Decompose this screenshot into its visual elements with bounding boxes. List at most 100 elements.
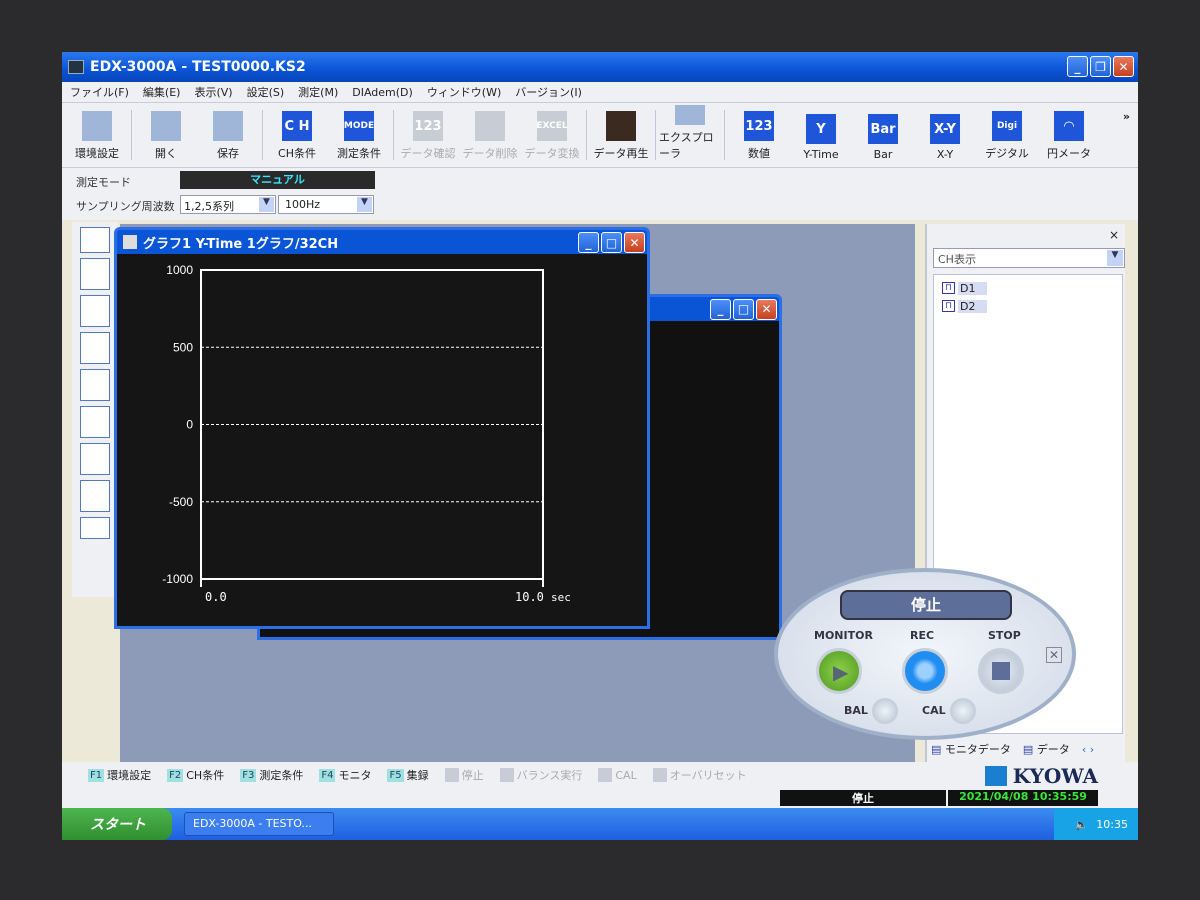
channel-item[interactable]: ⊓ D1: [942, 279, 1114, 297]
y-tick-label: -500: [169, 495, 193, 509]
fkey-f4[interactable]: F4 モニタ: [319, 767, 371, 783]
y-time-chart[interactable]: 1000 500 0 -500 -1000 0.0 10.0 sec: [117, 254, 647, 626]
toolbar-button-8[interactable]: データ再生: [590, 105, 652, 165]
stop-button[interactable]: [978, 648, 1024, 694]
channel-item[interactable]: ⊓ D2: [942, 297, 1114, 315]
layout-button-4[interactable]: [80, 332, 110, 364]
chevron-down-icon: ▼: [259, 197, 274, 212]
close-button[interactable]: ✕: [624, 232, 645, 253]
toolbar-button-15[interactable]: ◠ 円メータ: [1038, 105, 1100, 165]
toolbar-button-9[interactable]: エクスプローラ: [659, 105, 721, 165]
graph-window-1[interactable]: グラフ1 Y-Time 1グラフ/32CH _ □ ✕ 1000 500 0 -500…: [114, 227, 650, 629]
toolbar-button-5[interactable]: 123 データ確認: [397, 105, 459, 165]
toolbar-button-2[interactable]: 保存: [197, 105, 259, 165]
y-tick-label: -1000: [162, 572, 193, 586]
play-icon: ▶: [833, 660, 849, 684]
toolbar-button-1[interactable]: 開く: [135, 105, 197, 165]
layout-button-arrange[interactable]: [80, 480, 110, 512]
toolbar-button-6[interactable]: データ削除: [459, 105, 521, 165]
rec-label: REC: [910, 629, 935, 642]
toolbar-button-12[interactable]: Bar Bar: [852, 105, 914, 165]
toolbar-button-11[interactable]: Y Y-Time: [790, 105, 852, 165]
x-axis-label: sec: [551, 591, 571, 604]
menu-item[interactable]: 表示(V): [194, 84, 232, 100]
fkey-f3[interactable]: F3 測定条件: [240, 767, 303, 783]
layout-button-2[interactable]: [80, 295, 110, 327]
ch-display-value: CH表示: [938, 253, 976, 266]
fkey-disabled: 停止: [444, 767, 484, 783]
fkey-label: バランス実行: [516, 769, 583, 782]
fkey-checkbox: [444, 768, 459, 782]
tab-label: データ: [1036, 743, 1070, 756]
menu-item[interactable]: ウィンドウ(W): [427, 84, 501, 100]
taskbar-item-edx[interactable]: EDX-3000A - TESTO...: [184, 812, 334, 836]
bal-button[interactable]: [872, 698, 898, 724]
status-state: 停止: [780, 790, 946, 806]
fkey-label: 測定条件: [259, 769, 304, 782]
y-time-icon: Y: [806, 114, 836, 144]
layout-button-6[interactable]: [80, 369, 110, 401]
data-playback-icon: [606, 111, 636, 141]
layout-button-graph-types[interactable]: [80, 227, 110, 253]
fkey-disabled: オーバリセット: [652, 767, 747, 783]
fkey-f5[interactable]: F5 集録: [387, 767, 429, 783]
function-key-bar: F1 環境設定 F2 CH条件 F3 測定条件 F4 モニタ F5 集録 停止 バランス実行 CAL オー…: [62, 762, 1138, 788]
tray-icons[interactable]: 🔈: [1075, 818, 1089, 831]
sampling-frequency-select[interactable]: 100Hz ▼: [278, 195, 374, 214]
layout-button-8[interactable]: [80, 406, 110, 438]
ch-display-dropdown[interactable]: CH表示 ▼: [933, 248, 1125, 268]
channel-icon: ⊓: [942, 300, 955, 312]
close-button[interactable]: ✕: [756, 298, 777, 320]
minimize-button[interactable]: _: [710, 298, 731, 320]
app-icon: [68, 60, 84, 74]
toolbar-separator: [393, 110, 394, 160]
layout-button-1[interactable]: [80, 258, 110, 290]
fkey-number: F1: [88, 768, 105, 782]
toolbar-separator: [131, 110, 132, 160]
tab-scroll-arrows[interactable]: ‹ ›: [1082, 743, 1094, 756]
cal-button[interactable]: [950, 698, 976, 724]
toolbar-button-13[interactable]: X-Y X-Y: [914, 105, 976, 165]
close-button[interactable]: ✕: [1113, 56, 1134, 77]
tab-label: モニタデータ: [944, 743, 1011, 756]
toolbar-button-10[interactable]: 123 数値: [728, 105, 790, 165]
maximize-button[interactable]: □: [733, 298, 754, 320]
monitor-button[interactable]: ▶: [816, 648, 862, 694]
mode-icon: MODE: [344, 111, 374, 141]
y-tick-label: 500: [173, 340, 193, 354]
toolbar-more-button[interactable]: »: [1123, 110, 1130, 123]
fkey-f2[interactable]: F2 CH条件: [167, 767, 224, 783]
system-tray: 🔈 10:35: [1054, 808, 1138, 840]
pad-close-icon[interactable]: ✕: [1046, 647, 1062, 663]
sampling-series-select[interactable]: 1,2,5系列 ▼: [180, 195, 276, 214]
menu-bar: ファイル(F) 編集(E) 表示(V) 設定(S) 測定(M) DIAdem(D) ウィンド…: [62, 82, 1138, 102]
fkey-label: CAL: [615, 768, 637, 782]
ch-icon: C H: [282, 111, 312, 141]
toolbar-button-4[interactable]: MODE 測定条件: [328, 105, 390, 165]
maximize-button[interactable]: □: [601, 232, 622, 253]
tab-icon: ▤: [931, 743, 942, 756]
toolbar-button-14[interactable]: Digi デジタル: [976, 105, 1038, 165]
menu-item[interactable]: DIAdem(D): [352, 86, 413, 99]
minimize-button[interactable]: _: [578, 232, 599, 253]
panel-close-button[interactable]: ×: [1109, 228, 1119, 242]
layout-button-9[interactable]: [80, 443, 110, 475]
toolbar-button-3[interactable]: C H CH条件: [266, 105, 328, 165]
menu-item[interactable]: ファイル(F): [70, 84, 129, 100]
menu-item[interactable]: バージョン(I): [515, 84, 582, 100]
toolbar-button-0[interactable]: 環境設定: [66, 105, 128, 165]
start-button[interactable]: スタート: [62, 808, 172, 840]
toolbar-button-7[interactable]: EXCEL データ変換: [521, 105, 583, 165]
layout-button-window[interactable]: [80, 517, 110, 539]
tab-monitor-data[interactable]: ▤ モニタデータ: [931, 741, 1011, 757]
menu-item[interactable]: 設定(S): [247, 84, 285, 100]
restore-button[interactable]: ❐: [1090, 56, 1111, 77]
minimize-button[interactable]: _: [1067, 56, 1088, 77]
fkey-f1[interactable]: F1 環境設定: [88, 767, 151, 783]
rec-button[interactable]: [902, 648, 948, 694]
mode-value: マニュアル: [180, 171, 375, 189]
menu-item[interactable]: 測定(M): [298, 84, 338, 100]
start-label: スタート: [90, 817, 146, 833]
menu-item[interactable]: 編集(E): [143, 84, 181, 100]
tab-data[interactable]: ▤ データ: [1023, 741, 1070, 757]
